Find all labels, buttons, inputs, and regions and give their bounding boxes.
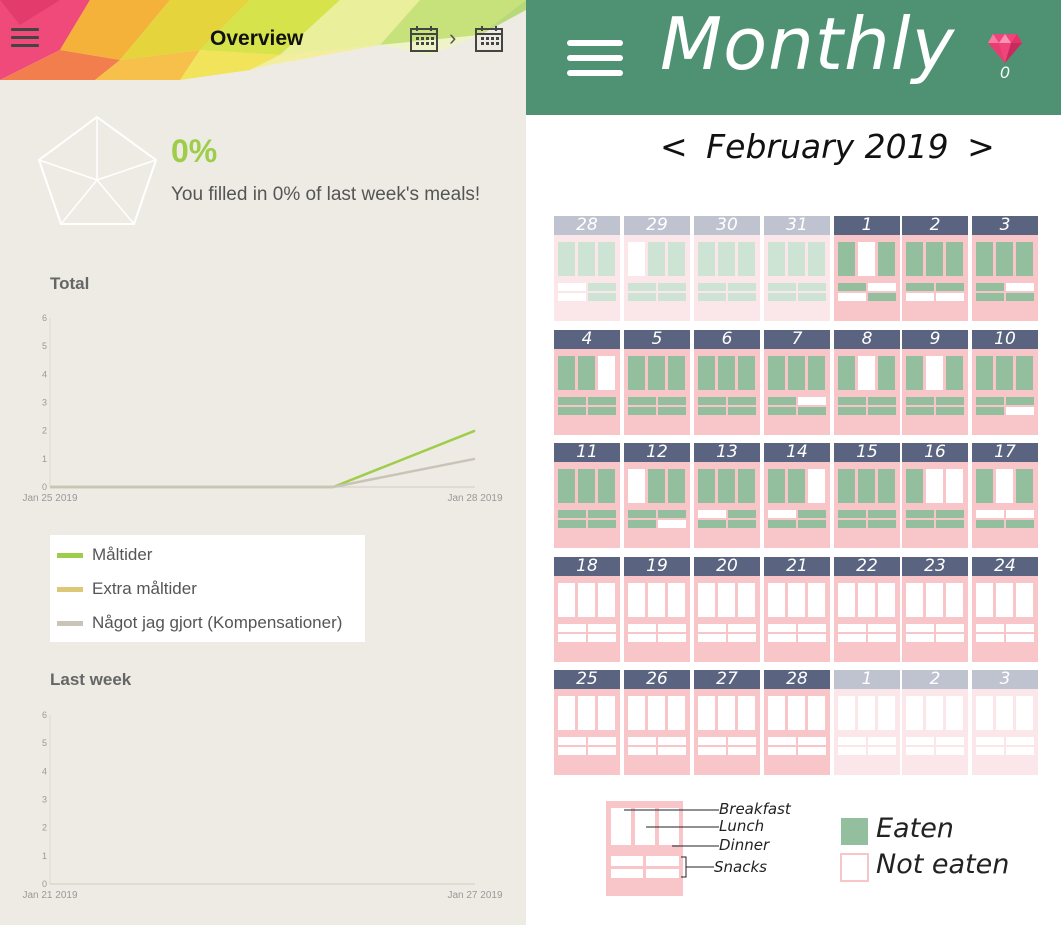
total-chart: 0 1 2 3 4 5 6 Jan 25 2019 Jan 28 2019 <box>22 313 502 504</box>
y-tick-label: 5 <box>42 738 47 748</box>
y-tick-label: 1 <box>42 454 47 464</box>
eaten-label: Eaten <box>876 813 954 844</box>
overview-panel: Overview › 0% You filled in 0% of last w… <box>0 0 526 925</box>
y-tick-label: 6 <box>42 710 47 720</box>
legend-item-maltider: Måltider <box>57 544 152 566</box>
legend-swatch-icon <box>57 586 83 592</box>
y-tick-label: 3 <box>42 398 47 408</box>
menu-icon[interactable] <box>11 28 39 48</box>
dinner-label: Dinner <box>719 836 770 854</box>
legend-swatch-icon <box>57 620 83 626</box>
meal-legend-diagram <box>606 801 869 896</box>
breakfast-label: Breakfast <box>719 800 791 818</box>
filled-summary: You filled in 0% of last week's meals! <box>171 184 481 205</box>
y-tick-label: 5 <box>42 341 47 351</box>
legend-swatch-icon <box>57 552 83 558</box>
y-tick-label: 1 <box>42 851 47 861</box>
lastweek-section-title: Last week <box>50 670 132 689</box>
x-tick-label: Jan 28 2019 <box>447 493 502 504</box>
y-tick-label: 2 <box>42 823 47 833</box>
y-tick-label: 4 <box>42 369 47 379</box>
legend-label: Måltider <box>92 545 153 564</box>
x-tick-label: Jan 27 2019 <box>447 890 502 901</box>
total-section-title: Total <box>50 274 90 293</box>
chevron-right-icon[interactable]: › <box>449 25 456 51</box>
percent-value: 0% <box>171 133 218 169</box>
lunch-label: Lunch <box>719 817 765 835</box>
legend-label: Något jag gjort (Kompensationer) <box>92 613 343 632</box>
monthly-panel: Monthly 0 < February 2019 > 28 29 30 31 1 2 3 4… <box>526 0 1061 925</box>
legend-item-extra-maltider: Extra måltider <box>57 578 197 600</box>
x-tick-label: Jan 21 2019 <box>22 890 77 901</box>
legend-label: Extra måltider <box>92 579 197 598</box>
not-eaten-label: Not eaten <box>876 849 1010 880</box>
y-tick-label: 3 <box>42 795 47 805</box>
y-tick-label: 4 <box>42 766 47 776</box>
y-tick-label: 2 <box>42 426 47 436</box>
y-tick-label: 6 <box>42 313 47 323</box>
legend-item-kompensationer: Något jag gjort (Kompensationer) <box>57 612 342 634</box>
x-tick-label: Jan 25 2019 <box>22 493 77 504</box>
pentagon-radar-icon <box>37 115 158 225</box>
series-line <box>50 457 476 489</box>
chart-legend: Måltider Extra måltider Något jag gjort … <box>50 535 365 642</box>
y-tick-label: 0 <box>42 482 47 492</box>
calendar-icon[interactable] <box>410 25 438 52</box>
snacks-label: Snacks <box>714 858 767 876</box>
y-tick-label: 0 <box>42 879 47 889</box>
calendar-next-icon[interactable] <box>475 25 503 52</box>
lastweek-chart: 0 1 2 3 4 5 6 Jan 21 2019 Jan 27 2019 <box>22 710 502 901</box>
series-line <box>50 429 476 489</box>
page-title: Overview <box>210 27 304 50</box>
